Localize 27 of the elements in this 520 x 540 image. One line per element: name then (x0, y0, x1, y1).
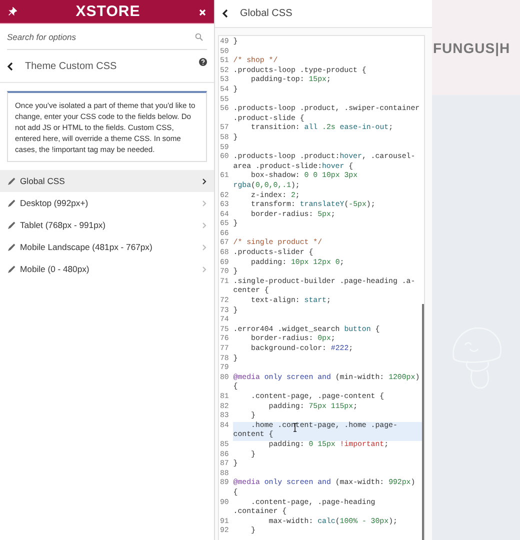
back-icon[interactable] (222, 9, 228, 18)
logo: XSTORE (76, 3, 140, 20)
chevron-right-icon (202, 266, 207, 272)
search-field[interactable]: Search for options (7, 24, 207, 50)
site-logo: FUNGUS|H (433, 40, 510, 56)
pin-icon[interactable] (8, 7, 17, 16)
menu-item[interactable]: Mobile (0 - 480px) (0, 258, 214, 280)
chevron-right-icon (202, 244, 207, 250)
back-icon[interactable] (7, 62, 13, 70)
chevron-right-icon (202, 222, 207, 228)
section-title: Theme Custom CSS (25, 60, 117, 72)
pencil-icon (7, 264, 16, 274)
menu-item[interactable]: Tablet (768px - 991px) (0, 214, 214, 236)
search-icon (195, 33, 203, 41)
menu-item[interactable]: Global CSS (0, 170, 214, 192)
help-icon[interactable] (199, 58, 207, 66)
menu-item[interactable]: Desktop (992px+) (0, 192, 214, 214)
pencil-icon (7, 242, 16, 252)
pencil-icon (7, 176, 16, 186)
panel-title: Global CSS (240, 8, 292, 19)
scrollbar[interactable] (422, 304, 424, 540)
chevron-right-icon (202, 178, 207, 184)
pencil-icon (7, 198, 16, 208)
menu-item[interactable]: Mobile Landscape (481px - 767px) (0, 236, 214, 258)
chevron-right-icon (202, 200, 207, 206)
pencil-icon (7, 220, 16, 230)
code-editor[interactable] (218, 35, 425, 540)
